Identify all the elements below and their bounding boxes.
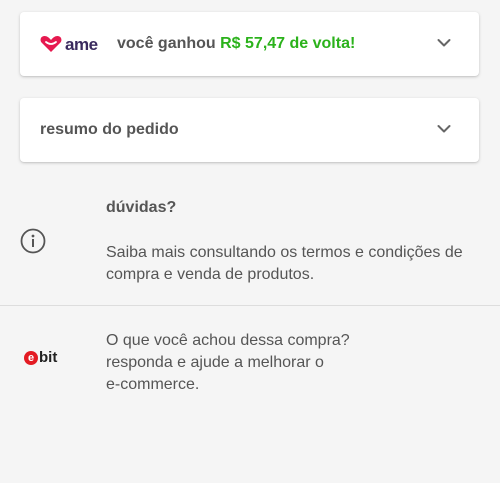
faq-terms-text[interactable]: Saiba mais consultando os termos e condi… [106, 242, 476, 286]
ebit-logo: e bit [24, 350, 64, 368]
ame-heart-icon [40, 36, 62, 52]
ame-cashback-card[interactable]: ame você ganhou R$ 57,47 de volta! [20, 12, 479, 76]
ame-logo-text: ame [65, 35, 98, 54]
ebit-logo-e: e [24, 351, 38, 365]
ebit-logo-text: bit [39, 349, 58, 366]
ame-cashback-amount: R$ 57,47 de volta! [220, 35, 356, 52]
order-summary-title: resumo do pedido [40, 121, 179, 138]
ebit-feedback-line: O que você achou dessa compra? [106, 332, 350, 349]
info-icon [20, 228, 46, 254]
section-divider [0, 305, 500, 306]
chevron-down-icon[interactable] [437, 124, 451, 134]
ebit-feedback-line: responda e ajude a melhorar o [106, 354, 324, 371]
ebit-feedback-line: e-commerce. [106, 376, 200, 393]
ame-cashback-message: você ganhou R$ 57,47 de volta! [117, 34, 355, 54]
ame-message-prefix: você ganhou [117, 35, 221, 52]
faq-title: dúvidas? [106, 199, 177, 216]
chevron-down-icon[interactable] [437, 38, 451, 48]
order-summary-card[interactable]: resumo do pedido [20, 98, 479, 162]
ame-logo: ame [40, 35, 100, 55]
ebit-feedback-prompt[interactable]: O que você achou dessa compra? responda … [106, 330, 406, 396]
